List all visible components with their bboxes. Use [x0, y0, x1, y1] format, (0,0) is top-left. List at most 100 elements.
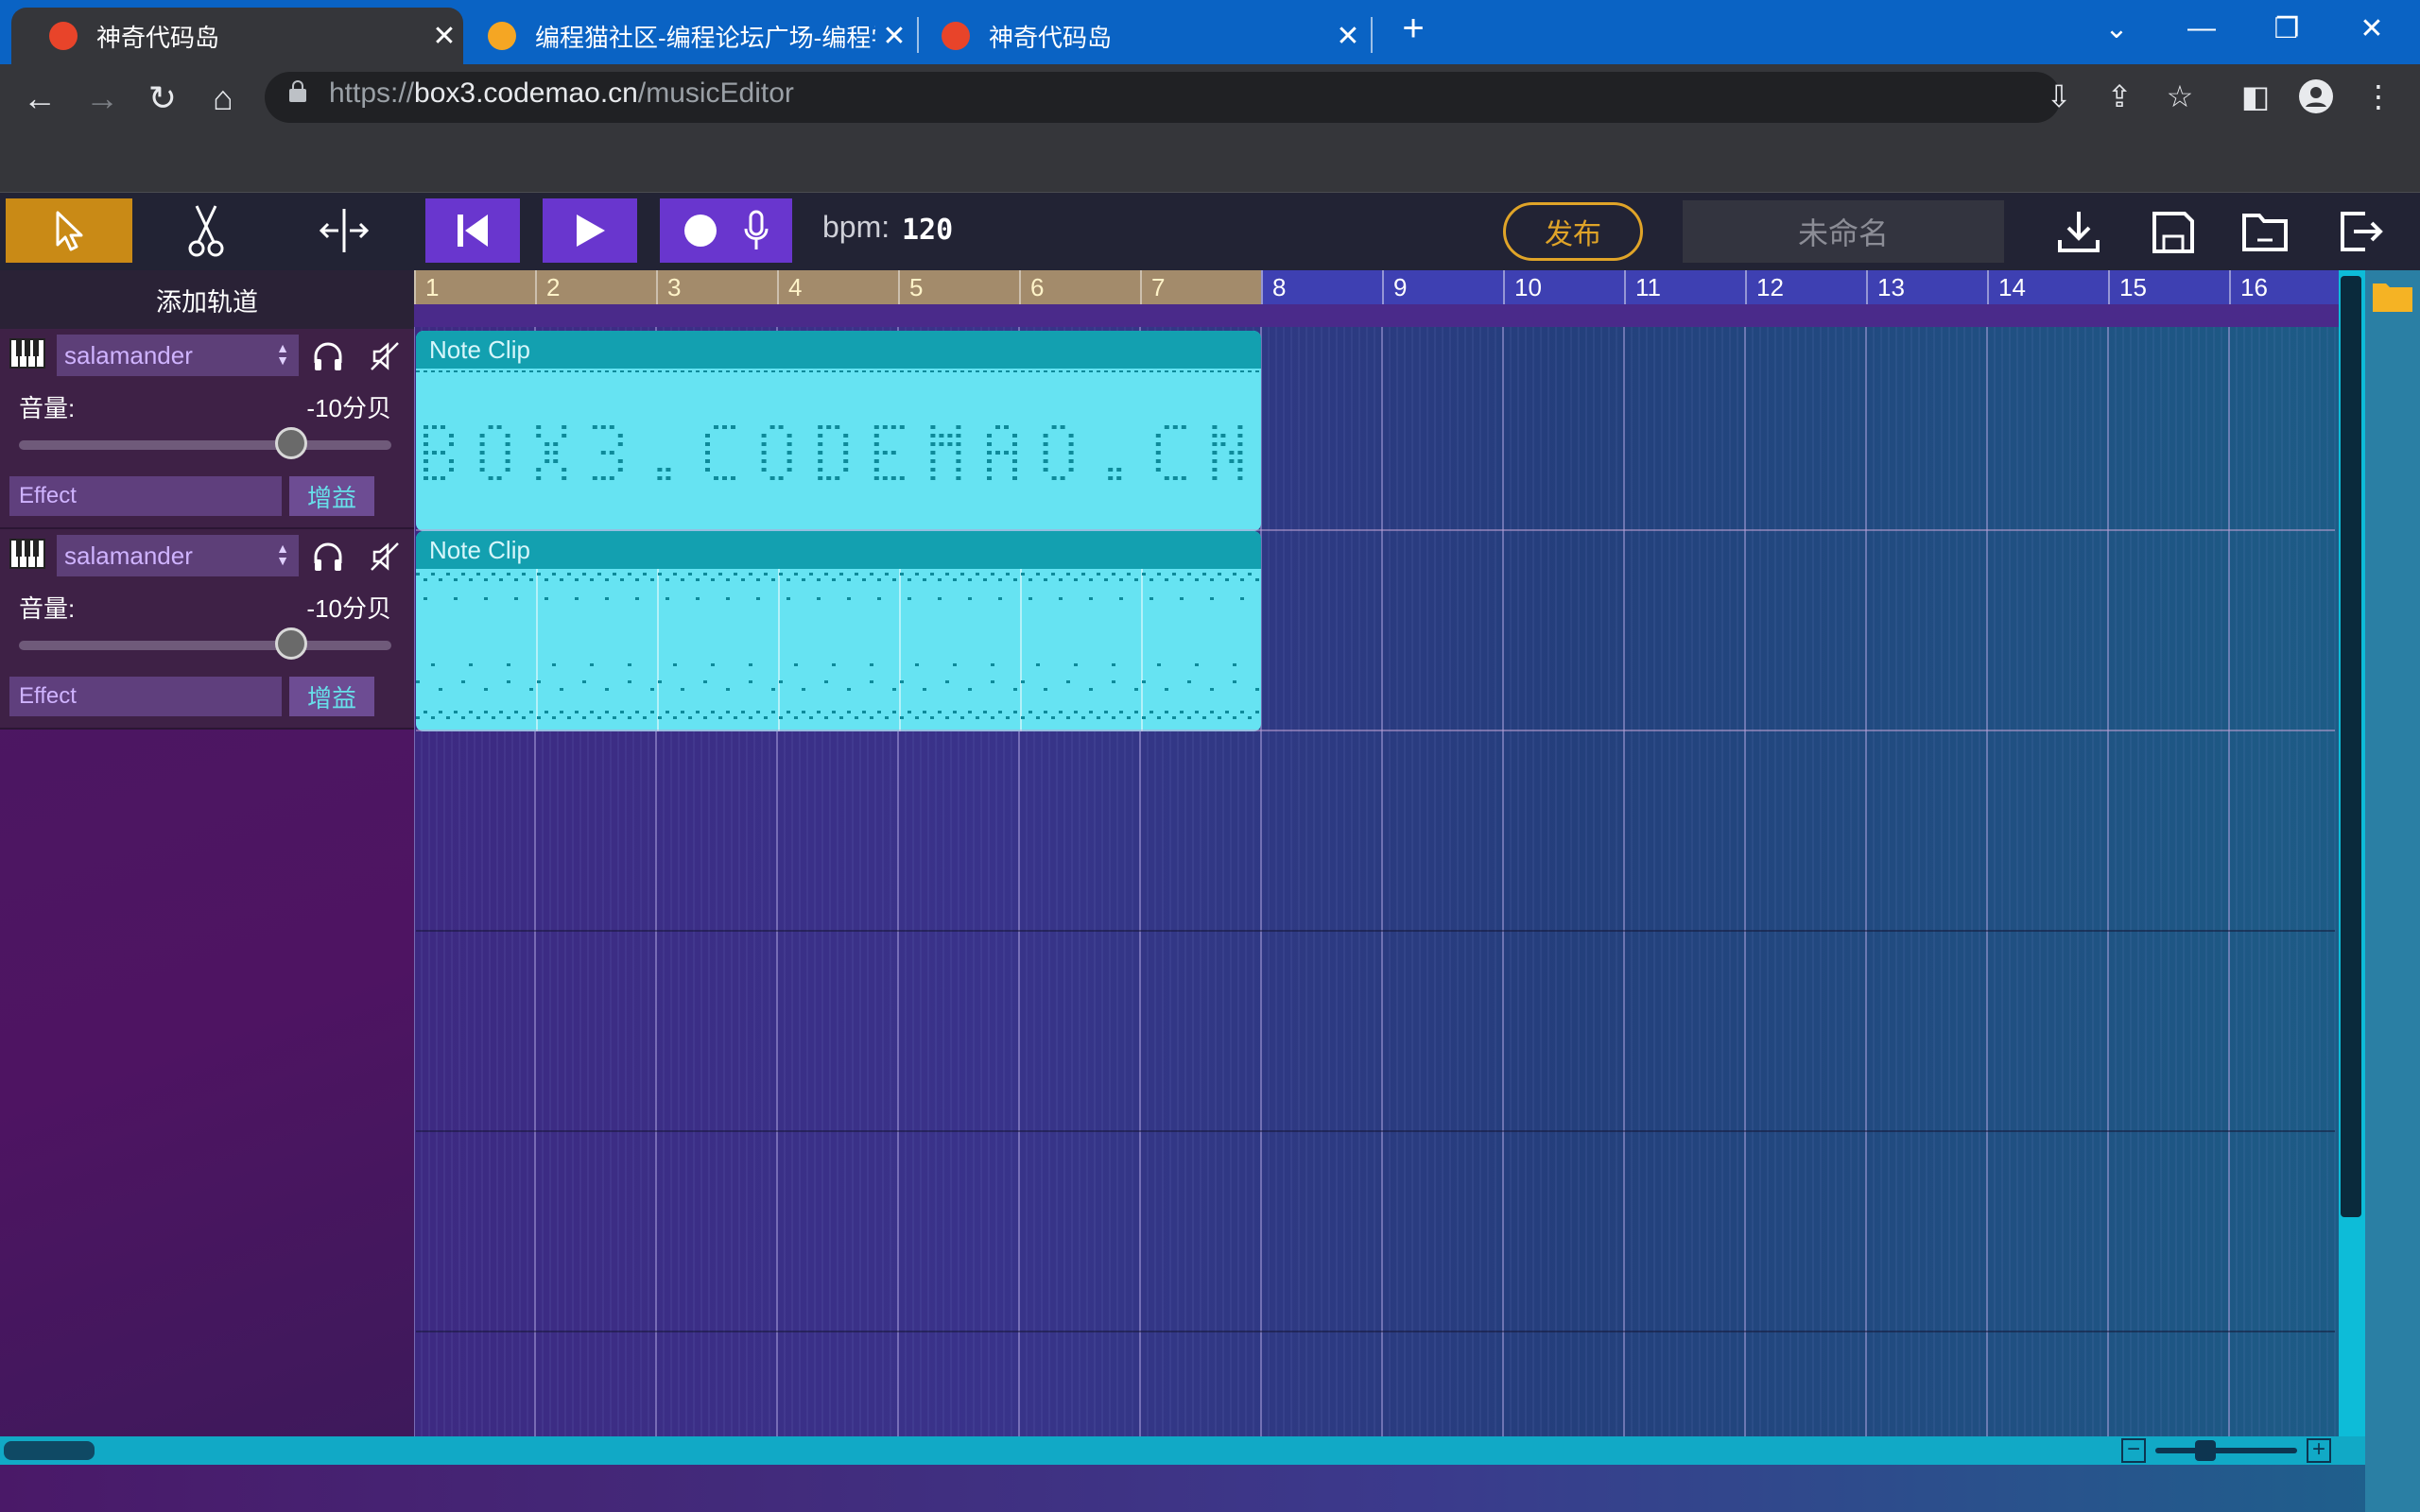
play-button[interactable]	[543, 198, 637, 263]
browser-menu-icon[interactable]: ⋮	[2360, 77, 2397, 115]
horizontal-scrollbar[interactable]	[0, 1436, 2365, 1465]
note	[1074, 711, 1078, 713]
profile-icon[interactable]	[2297, 77, 2335, 115]
home-icon[interactable]: ⌂	[202, 77, 244, 119]
cut-tool-button[interactable]	[142, 198, 270, 263]
note	[454, 711, 458, 713]
tab-close-icon[interactable]: ✕	[1329, 20, 1367, 53]
split-tool-button[interactable]	[280, 198, 408, 263]
note	[600, 476, 606, 480]
note	[764, 370, 768, 372]
download-button[interactable]	[2051, 204, 2106, 259]
note	[1212, 451, 1218, 455]
folder-icon[interactable]	[2371, 278, 2414, 314]
note-clip-1[interactable]: Note Clip	[416, 331, 1261, 531]
note	[1248, 716, 1252, 719]
publish-button[interactable]: 发布	[1503, 202, 1643, 261]
back-icon[interactable]: ←	[19, 77, 60, 119]
reload-icon[interactable]: ↻	[142, 77, 183, 119]
note	[635, 711, 639, 713]
volume-slider-knob[interactable]	[274, 427, 307, 459]
ruler-bar-10: 10	[1503, 270, 1542, 304]
note	[567, 573, 571, 576]
new-tab-icon[interactable]: +	[1371, 0, 1456, 57]
save-button[interactable]	[2146, 204, 2201, 259]
note	[688, 573, 692, 576]
zoom-slider-knob[interactable]	[2194, 1440, 2216, 1461]
note	[496, 425, 502, 429]
note	[424, 370, 427, 372]
note	[609, 425, 614, 429]
note	[1021, 573, 1025, 576]
note	[741, 370, 745, 372]
open-button[interactable]	[2238, 204, 2293, 259]
bookmark-star-icon[interactable]: ☆	[2161, 77, 2199, 115]
note	[953, 370, 957, 372]
tab-close-icon[interactable]: ✕	[875, 20, 913, 53]
note	[877, 578, 881, 581]
minimize-icon[interactable]: —	[2159, 0, 2244, 57]
note	[756, 711, 760, 713]
volume-slider[interactable]	[19, 440, 391, 450]
note	[882, 451, 888, 455]
pointer-tool-button[interactable]	[6, 198, 132, 263]
note	[756, 597, 760, 600]
note	[567, 370, 571, 372]
volume-slider[interactable]	[19, 641, 391, 650]
url-text[interactable]: https://box3.codemao.cn/musicEditor	[329, 77, 794, 110]
instrument-select[interactable]: salamander ▲ ▼	[57, 335, 299, 376]
note	[956, 476, 961, 480]
tab-close-icon[interactable]: ✕	[425, 20, 463, 53]
browser-tab-1[interactable]: 神奇代码岛 ✕	[11, 8, 463, 64]
record-button[interactable]	[660, 198, 792, 263]
forward-icon[interactable]: →	[81, 77, 123, 119]
note-clip-2[interactable]: Note Clip	[416, 531, 1261, 731]
note	[1066, 680, 1070, 683]
note	[617, 459, 623, 463]
rewind-button[interactable]	[425, 198, 520, 263]
gain-button[interactable]: 增益	[289, 476, 374, 516]
vertical-scroll-thumb[interactable]	[2341, 276, 2361, 1217]
note	[628, 716, 631, 719]
note	[635, 578, 639, 581]
install-app-icon[interactable]: ⇩	[2040, 77, 2078, 115]
headphones-icon[interactable]	[312, 541, 344, 573]
restore-icon[interactable]: ❐	[2244, 0, 2329, 57]
horizontal-scroll-thumb[interactable]	[4, 1441, 95, 1460]
add-track-button[interactable]: 添加轨道	[0, 270, 414, 329]
note	[832, 370, 836, 372]
zoom-slider[interactable]	[2155, 1448, 2297, 1453]
side-panel-icon[interactable]: ◧	[2237, 77, 2274, 115]
zoom-out-button[interactable]: −	[2121, 1438, 2146, 1463]
note	[873, 468, 879, 472]
project-name-input[interactable]: 未命名	[1683, 200, 2004, 263]
mute-icon[interactable]	[369, 340, 401, 372]
browser-tab-3[interactable]: 神奇代码岛 ✕	[923, 8, 1367, 64]
tab-title: 神奇代码岛	[96, 23, 220, 52]
gain-button[interactable]: 增益	[289, 677, 374, 716]
ruler-bar-3: 3	[656, 270, 681, 304]
zoom-in-button[interactable]: +	[2307, 1438, 2331, 1463]
volume-slider-knob[interactable]	[274, 627, 307, 660]
timeline-ruler[interactable]: 1 2 3 4 5 6 7 8 9 10 11 12 13 14 15 16	[414, 270, 2339, 304]
piano-icon[interactable]	[9, 338, 45, 369]
bpm-input[interactable]: 120	[902, 214, 953, 247]
note	[476, 370, 480, 372]
mute-icon[interactable]	[369, 541, 401, 573]
note	[522, 370, 526, 372]
tab-search-icon[interactable]: ⌄	[2074, 0, 2159, 57]
share-icon[interactable]: ⇪	[2100, 77, 2138, 115]
close-window-icon[interactable]: ✕	[2329, 0, 2414, 57]
instrument-select[interactable]: salamander ▲ ▼	[57, 535, 299, 576]
browser-tab-2[interactable]: 编程猫社区-编程论坛广场-编程学 ✕	[469, 8, 913, 64]
note	[1134, 688, 1138, 691]
headphones-icon[interactable]	[312, 340, 344, 372]
effect-input[interactable]: Effect	[9, 677, 282, 716]
note	[446, 573, 450, 576]
piano-icon[interactable]	[9, 539, 45, 569]
exit-button[interactable]	[2333, 204, 2388, 259]
note	[658, 573, 662, 576]
effect-input[interactable]: Effect	[9, 476, 282, 516]
note	[779, 573, 783, 576]
note	[818, 451, 823, 455]
